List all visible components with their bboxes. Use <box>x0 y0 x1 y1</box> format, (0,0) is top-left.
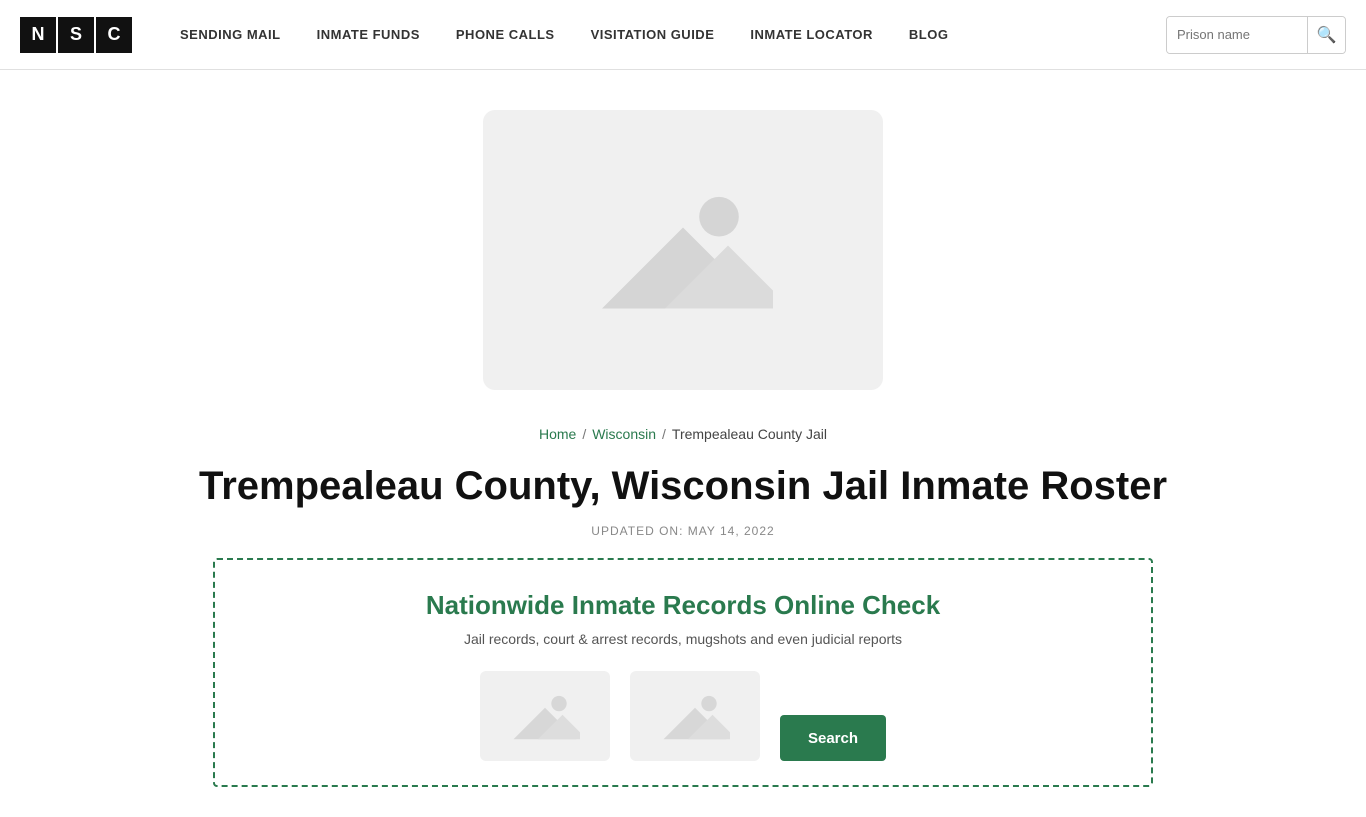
updated-date: UPDATED ON: MAY 14, 2022 <box>0 524 1366 538</box>
nav-phone-calls[interactable]: PHONE CALLS <box>438 27 573 42</box>
records-card-bottom: Search <box>255 671 1111 761</box>
hero-image-section <box>0 70 1366 410</box>
site-header: N S C SENDING MAIL INMATE FUNDS PHONE CA… <box>0 0 1366 70</box>
logo-letter-s: S <box>58 17 94 53</box>
records-search-button[interactable]: Search <box>780 715 886 761</box>
main-nav: SENDING MAIL INMATE FUNDS PHONE CALLS VI… <box>162 27 1166 42</box>
nav-sending-mail[interactable]: SENDING MAIL <box>162 27 299 42</box>
mini-placeholder-icon-1 <box>510 689 580 744</box>
search-icon: 🔍 <box>1317 25 1337 45</box>
logo-letter-n: N <box>20 17 56 53</box>
nav-inmate-locator[interactable]: INMATE LOCATOR <box>732 27 891 42</box>
breadcrumb: Home / Wisconsin / Trempealeau County Ja… <box>0 426 1366 442</box>
breadcrumb-sep-2: / <box>662 426 666 442</box>
breadcrumb-sep-1: / <box>582 426 586 442</box>
breadcrumb-state[interactable]: Wisconsin <box>592 426 656 442</box>
image-placeholder-icon <box>593 180 773 320</box>
page-title-section: Trempealeau County, Wisconsin Jail Inmat… <box>0 452 1366 514</box>
mini-placeholder-icon-2 <box>660 689 730 744</box>
nav-visitation-guide[interactable]: VISITATION GUIDE <box>573 27 733 42</box>
search-button[interactable]: 🔍 <box>1307 17 1345 53</box>
records-card-title: Nationwide Inmate Records Online Check <box>255 590 1111 621</box>
hero-placeholder-image <box>483 110 883 390</box>
breadcrumb-current: Trempealeau County Jail <box>672 426 827 442</box>
records-card: Nationwide Inmate Records Online Check J… <box>213 558 1153 787</box>
prison-search-input[interactable] <box>1167 17 1307 53</box>
site-logo[interactable]: N S C <box>20 17 132 53</box>
nav-blog[interactable]: BLOG <box>891 27 967 42</box>
nav-inmate-funds[interactable]: INMATE FUNDS <box>299 27 438 42</box>
records-mini-image-2 <box>630 671 760 761</box>
records-mini-image-1 <box>480 671 610 761</box>
logo-letter-c: C <box>96 17 132 53</box>
page-title: Trempealeau County, Wisconsin Jail Inmat… <box>20 462 1346 510</box>
prison-search-box[interactable]: 🔍 <box>1166 16 1346 54</box>
breadcrumb-home[interactable]: Home <box>539 426 576 442</box>
records-card-description: Jail records, court & arrest records, mu… <box>255 631 1111 647</box>
